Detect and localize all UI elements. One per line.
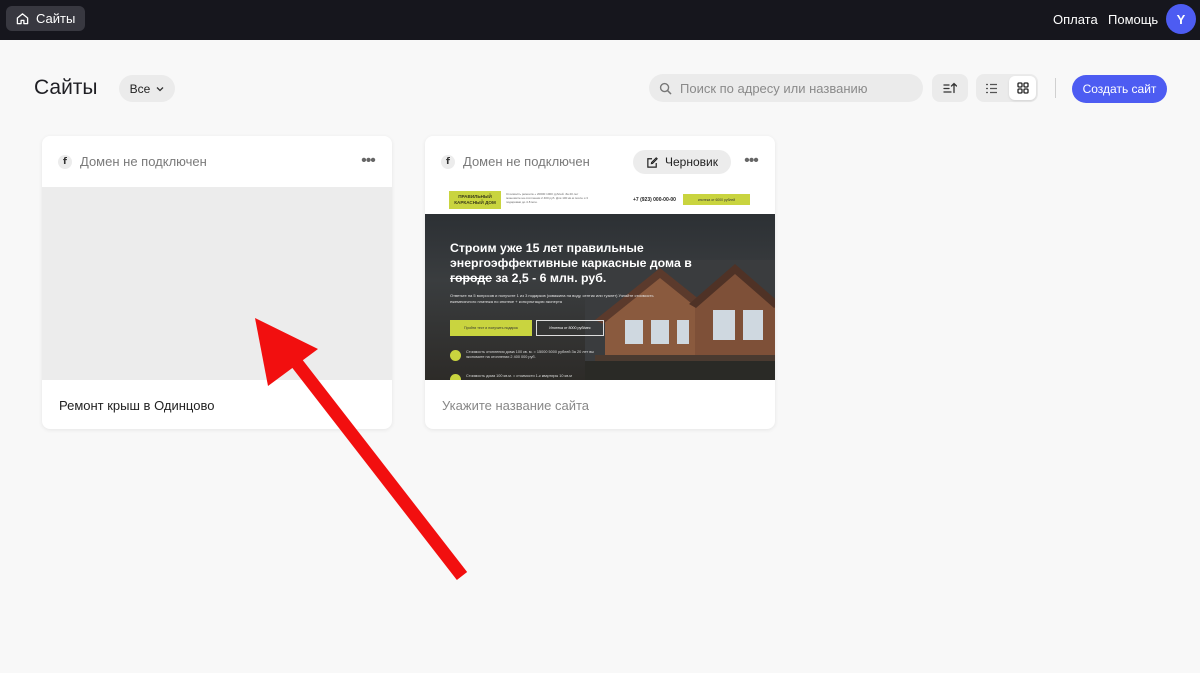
- domain-status-label: Домен не подключен: [463, 154, 590, 169]
- site-card[interactable]: f Домен не подключен ••• Ремонт крыш в О…: [42, 136, 392, 429]
- site-name[interactable]: Ремонт крыш в Одинцово: [59, 398, 214, 413]
- help-link[interactable]: Помощь: [1108, 12, 1158, 27]
- preview-header: ПРАВИЛЬНЫЙ КАРКАСНЫЙ ДОМ Стоимость ремон…: [425, 187, 775, 214]
- card-header: f Домен не подключен •••: [42, 136, 392, 187]
- list-icon: [986, 83, 997, 93]
- preview-secondary-button: Ипотека от 8000 руб/мес: [536, 320, 604, 336]
- sites-home-label: Сайты: [36, 11, 76, 26]
- domain-status: f Домен не подключен: [441, 154, 590, 169]
- preview-bullet: Стоимость отопления дома 100 кв. м. = 15…: [450, 350, 610, 361]
- grid-icon: [1016, 82, 1029, 94]
- filter-label: Все: [129, 81, 151, 96]
- sort-icon: [943, 82, 957, 94]
- preview-phone: +7 (923) 000-00-00: [633, 197, 676, 203]
- edit-icon: [647, 156, 658, 168]
- preview-logo: ПРАВИЛЬНЫЙ КАРКАСНЫЙ ДОМ: [449, 191, 501, 209]
- sites-home-button[interactable]: Сайты: [6, 6, 86, 31]
- domain-status: f Домен не подключен: [58, 154, 207, 169]
- user-avatar[interactable]: Y: [1166, 4, 1196, 34]
- draft-badge-label: Черновик: [665, 155, 718, 169]
- header-divider: [1055, 78, 1056, 98]
- search-icon: [659, 82, 672, 94]
- card-header: f Домен не подключен Черновик •••: [425, 136, 775, 187]
- site-thumbnail[interactable]: [42, 187, 392, 380]
- search-field[interactable]: [649, 74, 923, 102]
- preview-subtext: Ответьте на 5 вопросов и получите 1 из 3…: [450, 293, 654, 304]
- preview-bullet: Стоимость дома 100 кв.м. = стоимости 1-к…: [450, 374, 610, 380]
- preview-primary-button: Пройти тест и получить подарок: [450, 320, 532, 336]
- draft-badge[interactable]: Черновик: [633, 150, 731, 174]
- grid-view-button[interactable]: [1009, 76, 1036, 100]
- preview-top-cta: ипотека от 6000 рублей: [683, 194, 750, 205]
- create-site-button[interactable]: Создать сайт: [1072, 75, 1167, 103]
- payment-link[interactable]: Оплата: [1053, 12, 1098, 27]
- site-name-placeholder[interactable]: Укажите название сайта: [442, 398, 589, 413]
- domain-status-label: Домен не подключен: [80, 154, 207, 169]
- home-icon: [16, 13, 29, 25]
- sort-button[interactable]: [932, 74, 968, 102]
- page-title: Сайты: [34, 76, 98, 99]
- site-thumbnail[interactable]: ПРАВИЛЬНЫЙ КАРКАСНЫЙ ДОМ Стоимость ремон…: [425, 187, 775, 380]
- chevron-down-icon: [156, 86, 164, 91]
- preview-hero: Строим уже 15 лет правильные энергоэффек…: [425, 214, 775, 380]
- view-toggle: [976, 74, 1038, 102]
- preview-headline: Строим уже 15 лет правильные энергоэффек…: [450, 241, 692, 285]
- more-options-icon[interactable]: •••: [358, 152, 378, 170]
- preview-topline: Стоимость ремонта + 20000 1000 рублей. З…: [506, 192, 588, 204]
- site-card[interactable]: f Домен не подключен Черновик ••• ПРАВИЛ…: [425, 136, 775, 429]
- search-input[interactable]: [680, 80, 910, 96]
- favicon-icon: f: [58, 154, 72, 169]
- filter-dropdown[interactable]: Все: [119, 75, 175, 102]
- top-bar: Сайты Оплата Помощь Y: [0, 0, 1200, 40]
- more-options-icon[interactable]: •••: [741, 152, 761, 170]
- favicon-icon: f: [441, 154, 455, 169]
- list-view-button[interactable]: [978, 76, 1005, 100]
